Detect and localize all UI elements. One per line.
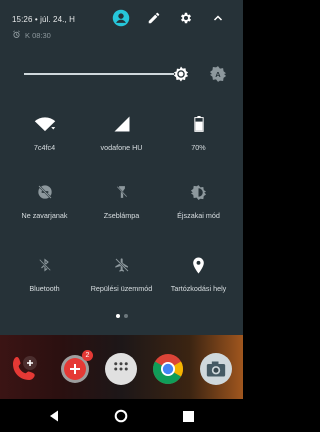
edit-icon[interactable] xyxy=(145,9,163,27)
brightness-thumb-icon[interactable] xyxy=(172,65,190,83)
home-button[interactable] xyxy=(112,407,130,425)
page-dot xyxy=(123,314,128,318)
auto-brightness-icon[interactable]: A xyxy=(209,65,227,83)
home-screen-dock: 2 xyxy=(0,335,243,399)
notification-badge: 2 xyxy=(82,350,93,361)
tile-night-mode[interactable]: Éjszakai mód xyxy=(158,181,239,261)
tile-label: 70% xyxy=(191,143,206,152)
location-icon xyxy=(188,254,210,276)
airplane-mode-icon xyxy=(111,254,133,276)
app-drawer-icon[interactable] xyxy=(105,353,137,385)
tile-location[interactable]: Tartózkodási hely xyxy=(158,254,239,334)
alarm-time: K 08:30 xyxy=(25,31,51,40)
tile-label: Repülési üzemmód xyxy=(90,284,153,293)
tile-airplane-mode[interactable]: Repülési üzemmód xyxy=(81,254,162,334)
tile-label: Bluetooth xyxy=(29,284,60,293)
auto-brightness-label: A xyxy=(215,70,221,79)
tile-flashlight[interactable]: Zseblámpa xyxy=(81,181,162,261)
navigation-bar xyxy=(0,399,243,432)
tile-bluetooth[interactable]: Bluetooth xyxy=(4,254,85,334)
recents-button[interactable] xyxy=(179,407,197,425)
time-date: 15:26 • júl. 24., H xyxy=(12,15,75,24)
brightness-track[interactable] xyxy=(24,73,174,75)
page-indicator xyxy=(0,314,243,318)
tile-do-not-disturb[interactable]: Ne zavarjanak xyxy=(4,181,85,261)
quick-settings-header: 15:26 • júl. 24., H K 08:30 xyxy=(0,0,243,42)
account-icon[interactable] xyxy=(112,9,130,27)
camera-app-icon[interactable] xyxy=(200,353,232,385)
clock-time: 15:26 xyxy=(12,15,33,24)
wifi-icon xyxy=(34,113,56,135)
page-dot-current xyxy=(115,314,120,318)
cellular-signal-icon xyxy=(111,113,133,135)
tile-label: Tartózkodási hely xyxy=(170,284,227,293)
tile-label: Zseblámpa xyxy=(103,211,140,220)
settings-icon[interactable] xyxy=(177,9,195,27)
brightness-slider[interactable]: A xyxy=(24,62,234,86)
back-button[interactable] xyxy=(45,407,63,425)
tile-label: 7c4fc4 xyxy=(33,143,56,152)
flashlight-icon xyxy=(111,181,133,203)
bluetooth-icon xyxy=(34,254,56,276)
collapse-icon[interactable] xyxy=(209,9,227,27)
night-mode-icon xyxy=(188,181,210,203)
chrome-app-icon[interactable] xyxy=(152,353,184,385)
tile-label: Ne zavarjanak xyxy=(21,211,68,220)
do-not-disturb-icon xyxy=(34,181,56,203)
messages-app-icon[interactable]: 2 xyxy=(59,350,93,385)
phone-app-icon[interactable] xyxy=(8,353,40,385)
battery-icon xyxy=(188,113,210,135)
quick-settings-panel: 15:26 • júl. 24., H K 08:30 A 7c4fc4 vod… xyxy=(0,0,243,335)
tile-label: vodafone HU xyxy=(100,143,143,152)
tile-label: Éjszakai mód xyxy=(177,211,220,220)
alarm-info[interactable]: K 08:30 xyxy=(12,30,51,41)
alarm-clock-icon xyxy=(12,30,21,41)
date-text: júl. 24., H xyxy=(40,15,75,24)
